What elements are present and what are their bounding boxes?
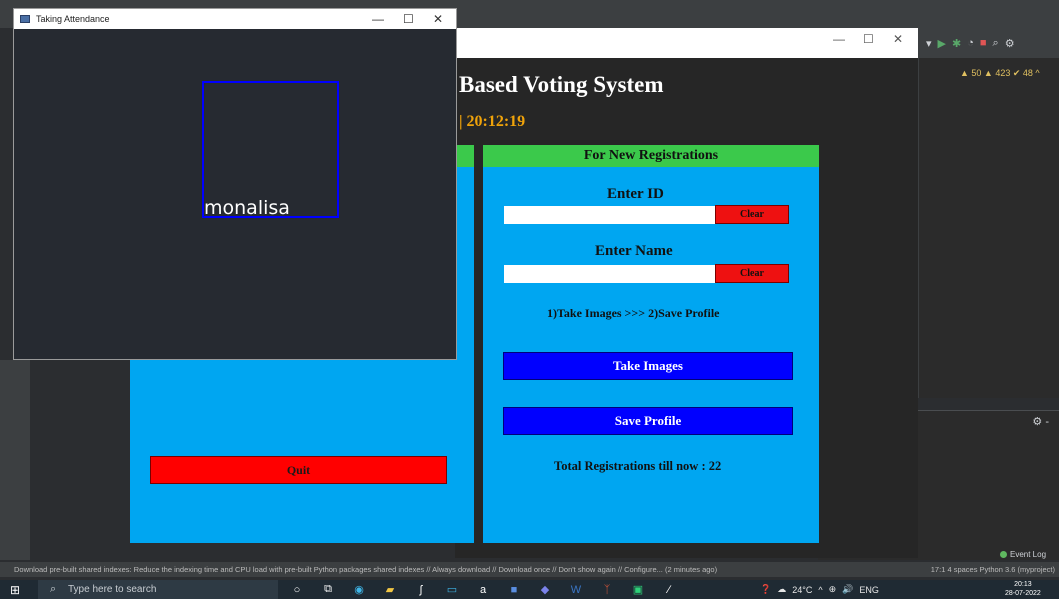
- settings-icon[interactable]: ⚙: [1005, 37, 1015, 50]
- name-input[interactable]: [504, 265, 716, 283]
- clear-id-button[interactable]: Clear: [715, 205, 789, 224]
- help-icon[interactable]: ❓: [760, 584, 771, 595]
- search-icon: ⌕: [50, 583, 57, 595]
- camera-window: Taking Attendance — ☐ ✕ monalisa: [13, 8, 457, 360]
- app-icon[interactable]: ᛉ: [600, 583, 614, 597]
- word-icon[interactable]: W: [569, 583, 583, 597]
- stop-icon[interactable]: ■: [980, 37, 987, 49]
- status-message[interactable]: Download pre-built shared indexes: Reduc…: [14, 565, 717, 574]
- teams-icon[interactable]: ◆: [538, 583, 552, 597]
- quit-button[interactable]: Quit: [150, 456, 447, 484]
- task-view-icon[interactable]: ⧉: [321, 583, 335, 597]
- steps-instructions: 1)Take Images >>> 2)Save Profile: [547, 306, 720, 320]
- event-log-icon: [1000, 551, 1007, 559]
- close-icon[interactable]: ✕: [893, 32, 903, 46]
- pen-icon[interactable]: ∕: [662, 583, 676, 597]
- weather-temp[interactable]: 24°C: [792, 585, 812, 595]
- coverage-icon[interactable]: ◔: [967, 37, 974, 49]
- minimize-icon[interactable]: —: [833, 32, 845, 46]
- ide-left-tool-strip: [0, 360, 30, 560]
- recognized-name-label: monalisa: [204, 197, 290, 219]
- take-images-button[interactable]: Take Images: [503, 352, 793, 380]
- dropdown-icon[interactable]: ▾: [926, 37, 932, 50]
- enter-id-label: Enter ID: [607, 186, 664, 202]
- search-placeholder: Type here to search: [68, 584, 157, 595]
- file-explorer-icon[interactable]: ▰: [383, 583, 397, 597]
- taskbar-clock[interactable]: 20:13 28-07-2022: [1005, 580, 1041, 598]
- gear-icon[interactable]: ⚙ -: [1032, 415, 1049, 428]
- pycharm-icon[interactable]: ▣: [631, 583, 645, 597]
- weather-icon[interactable]: ☁: [777, 584, 786, 595]
- amazon-icon[interactable]: a: [476, 583, 490, 597]
- event-log-label: Event Log: [1010, 550, 1047, 559]
- cortana-icon[interactable]: ○: [290, 583, 304, 597]
- store-icon[interactable]: ▭: [445, 583, 459, 597]
- registration-panel: For New Registrations Enter ID Clear Ent…: [483, 145, 819, 543]
- run-icon[interactable]: ▶: [938, 37, 946, 50]
- network-icon[interactable]: ⊕: [829, 584, 837, 595]
- date-time-display: 2 | 20:12:19: [447, 113, 526, 130]
- camera-titlebar: Taking Attendance — ☐ ✕: [14, 9, 456, 29]
- search-icon[interactable]: ⌕: [993, 37, 999, 50]
- close-icon[interactable]: ✕: [433, 9, 443, 29]
- taskbar-search[interactable]: ⌕ Type here to search: [38, 580, 278, 599]
- ide-status-bar: Download pre-built shared indexes: Reduc…: [0, 562, 1059, 577]
- app-titlebar: — ☐ ✕: [455, 28, 918, 58]
- ide-editor-area: [918, 58, 1059, 398]
- minimize-icon[interactable]: —: [372, 9, 384, 29]
- clear-name-button[interactable]: Clear: [715, 264, 789, 283]
- camera-window-title: Taking Attendance: [36, 14, 110, 24]
- maximize-icon[interactable]: ☐: [863, 32, 874, 46]
- windows-taskbar: ⊞ ⌕ Type here to search ○ ⧉ ◉ ▰ ʃ ▭ a ■ …: [0, 580, 1059, 599]
- clock-date: 28-07-2022: [1005, 590, 1041, 597]
- enter-name-label: Enter Name: [595, 243, 673, 259]
- windows-start-icon[interactable]: ⊞: [10, 583, 24, 597]
- app-icon[interactable]: ■: [507, 583, 521, 597]
- clock-time: 20:13: [1014, 581, 1032, 588]
- chevron-up-icon[interactable]: ^: [818, 585, 822, 595]
- registration-panel-header: For New Registrations: [483, 145, 819, 167]
- app-window-icon: [20, 15, 30, 23]
- save-profile-button[interactable]: Save Profile: [503, 407, 793, 435]
- page-title: Based Voting System: [459, 72, 664, 97]
- camera-feed: monalisa: [14, 29, 456, 359]
- app-icon[interactable]: ʃ: [414, 583, 428, 597]
- total-registrations: Total Registrations till now : 22: [554, 459, 722, 473]
- inspection-summary[interactable]: ▲ 50 ▲ 423 ✔ 48 ^: [918, 60, 1059, 80]
- id-input[interactable]: [504, 206, 716, 224]
- edge-browser-icon[interactable]: ◉: [352, 583, 366, 597]
- debug-icon[interactable]: ✱: [952, 37, 961, 50]
- system-tray: ❓ ☁ 24°C ^ ⊕ 🔊 ENG: [760, 580, 879, 599]
- event-log-button[interactable]: Event Log: [1000, 550, 1046, 559]
- maximize-icon[interactable]: ☐: [403, 9, 414, 29]
- taskbar-apps: ○ ⧉ ◉ ▰ ʃ ▭ a ■ ◆ W ᛉ ▣ ∕: [290, 580, 676, 599]
- language-indicator[interactable]: ENG: [859, 585, 879, 595]
- volume-icon[interactable]: 🔊: [842, 584, 853, 595]
- ide-toolbar: ▾ ▶ ✱ ◔ ■ ⌕ ⚙: [918, 28, 1059, 58]
- status-info[interactable]: 17:1 4 spaces Python 3.6 (myproject): [931, 562, 1055, 577]
